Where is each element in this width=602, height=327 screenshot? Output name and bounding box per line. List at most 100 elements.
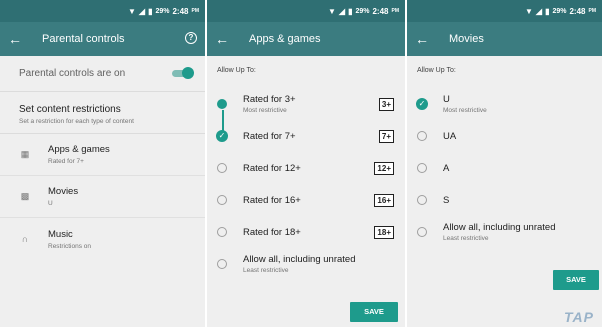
category-title: Movies <box>48 186 79 197</box>
movie-rating-option-ua[interactable]: UA <box>407 120 602 152</box>
battery-icon: ▮ <box>148 6 153 16</box>
option-label: Rated for 16+ <box>243 194 301 206</box>
toggle-label: Parental controls are on <box>19 68 126 79</box>
option-label: Rated for 12+ <box>243 162 301 174</box>
option-label: Rated for 3+ <box>243 94 296 105</box>
category-apps-games[interactable]: ▦ Apps & games Rated for 7+ <box>0 134 205 176</box>
rating-option-18[interactable]: Rated for 18+ 18+ <box>207 216 405 248</box>
headphones-icon: ∩ <box>21 234 29 244</box>
allow-up-to-label: Allow Up To: <box>217 67 256 74</box>
parental-controls-switch[interactable] <box>172 67 194 79</box>
rating-badge: 16+ <box>374 193 394 207</box>
clock: 2:48 <box>372 6 389 16</box>
toolbar: ← Movies <box>407 22 602 56</box>
signal-icon: ◢ <box>138 6 146 16</box>
toolbar: ← Apps & games <box>207 22 405 56</box>
parental-controls-screen: ▼ ◢ ▮ 29% 2:48 PM ← Parental controls ? … <box>0 0 205 327</box>
page-title: Apps & games <box>249 33 321 45</box>
battery-icon: ▮ <box>348 6 353 16</box>
save-button[interactable]: SAVE <box>553 270 599 290</box>
radio-icon[interactable] <box>217 259 227 269</box>
movies-screen: ▼ ◢ ▮ 29% 2:48 PM ← Movies Allow Up To: … <box>407 0 602 327</box>
grid-icon: ▦ <box>20 149 30 159</box>
option-sublabel: Least restrictive <box>243 267 289 274</box>
rating-option-3[interactable]: Rated for 3+ Most restrictive 3+ <box>207 88 405 120</box>
option-label: Allow all, including unrated <box>243 254 356 265</box>
content-restrictions-section: Set content restrictions Set a restricti… <box>0 92 205 134</box>
back-arrow-icon[interactable]: ← <box>8 31 30 47</box>
movie-rating-option-s[interactable]: S <box>407 184 602 216</box>
radio-icon[interactable] <box>417 227 427 237</box>
radio-icon[interactable] <box>417 131 427 141</box>
option-sublabel: Most restrictive <box>243 107 287 114</box>
page-title: Movies <box>449 33 484 45</box>
radio-icon[interactable] <box>417 163 427 173</box>
battery-level: 29% <box>155 7 170 15</box>
option-sublabel: Least restrictive <box>443 235 489 242</box>
option-label: Rated for 7+ <box>243 130 296 142</box>
movie-rating-option-u[interactable]: ✓ U Most restrictive <box>407 88 602 120</box>
option-label: U <box>443 94 450 105</box>
category-subtitle: Rated for 7+ <box>48 158 84 165</box>
status-bar: ▼ ◢ ▮ 29% 2:48 PM <box>0 0 205 22</box>
radio-icon[interactable] <box>217 227 227 237</box>
option-label: Rated for 18+ <box>243 226 301 238</box>
back-arrow-icon[interactable]: ← <box>215 31 237 47</box>
watermark-logo: TAP <box>564 309 594 325</box>
back-arrow-icon[interactable]: ← <box>415 31 437 47</box>
wifi-icon: ▼ <box>327 6 336 16</box>
switch-thumb <box>182 67 194 79</box>
option-label: A <box>443 162 450 174</box>
signal-icon: ◢ <box>535 6 543 16</box>
rating-badge: 18+ <box>374 225 394 239</box>
clock: 2:48 <box>569 6 586 16</box>
checkmark-icon[interactable]: ✓ <box>416 98 428 110</box>
rating-option-7[interactable]: ✓ Rated for 7+ 7+ <box>207 120 405 152</box>
rating-option-16[interactable]: Rated for 16+ 16+ <box>207 184 405 216</box>
category-title: Apps & games <box>48 144 110 155</box>
apps-games-screen: ▼ ◢ ▮ 29% 2:48 PM ← Apps & games Allow U… <box>207 0 405 327</box>
movie-rating-option-a[interactable]: A <box>407 152 602 184</box>
battery-level: 29% <box>355 7 370 15</box>
toolbar: ← Parental controls ? <box>0 22 205 56</box>
clock-ampm: PM <box>191 8 200 14</box>
category-title: Music <box>48 228 73 240</box>
rating-option-12[interactable]: Rated for 12+ 12+ <box>207 152 405 184</box>
clock: 2:48 <box>172 6 189 16</box>
option-sublabel: Most restrictive <box>443 107 487 114</box>
option-label: Allow all, including unrated <box>443 222 556 233</box>
save-button[interactable]: SAVE <box>350 302 398 322</box>
status-bar: ▼ ◢ ▮ 29% 2:48 PM <box>407 0 602 22</box>
radio-icon[interactable] <box>217 195 227 205</box>
radio-selected-icon[interactable] <box>217 99 227 109</box>
section-subtitle: Set a restriction for each type of conte… <box>19 118 134 125</box>
rating-option-all[interactable]: Allow all, including unrated Least restr… <box>207 248 405 280</box>
parental-controls-toggle-row[interactable]: Parental controls are on <box>0 56 205 92</box>
wifi-icon: ▼ <box>127 6 136 16</box>
rating-badge: 12+ <box>374 161 394 175</box>
allow-up-to-label: Allow Up To: <box>417 67 456 74</box>
clock-ampm: PM <box>391 8 400 14</box>
radio-icon[interactable] <box>417 195 427 205</box>
category-music[interactable]: ∩ Music Restrictions on <box>0 218 205 260</box>
category-subtitle: Restrictions on <box>48 242 91 250</box>
clock-ampm: PM <box>588 8 597 14</box>
page-title: Parental controls <box>42 33 125 45</box>
rating-badge: 3+ <box>378 97 394 111</box>
status-bar: ▼ ◢ ▮ 29% 2:48 PM <box>207 0 405 22</box>
category-movies[interactable]: ▩ Movies U <box>0 176 205 218</box>
signal-icon: ◢ <box>338 6 346 16</box>
option-label: S <box>443 194 450 206</box>
section-title: Set content restrictions <box>19 104 121 115</box>
film-icon: ▩ <box>20 191 30 201</box>
checkmark-icon[interactable]: ✓ <box>216 130 228 142</box>
option-label: UA <box>443 130 457 142</box>
battery-level: 29% <box>552 7 567 15</box>
radio-icon[interactable] <box>217 163 227 173</box>
category-subtitle: U <box>48 200 53 207</box>
movie-rating-option-all[interactable]: Allow all, including unrated Least restr… <box>407 216 602 248</box>
wifi-icon: ▼ <box>524 6 533 16</box>
help-icon[interactable]: ? <box>185 32 197 44</box>
battery-icon: ▮ <box>545 6 550 16</box>
rating-badge: 7+ <box>378 129 394 143</box>
